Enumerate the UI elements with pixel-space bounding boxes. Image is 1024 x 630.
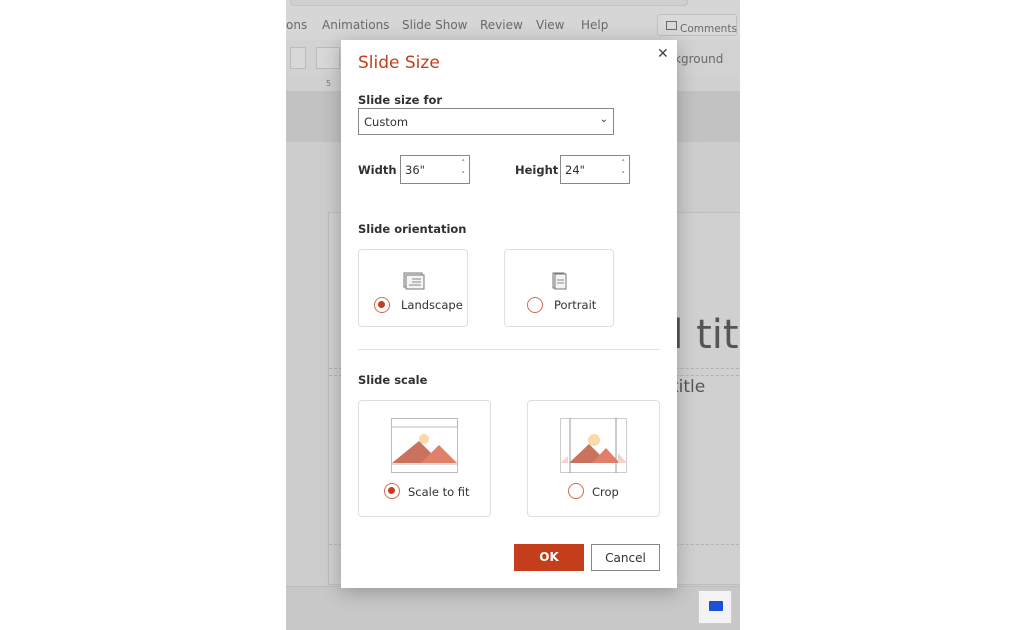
format-background-label: kground — [674, 52, 724, 66]
ok-button[interactable]: OK — [514, 544, 584, 571]
slide-size-for-label: Slide size for — [358, 93, 443, 107]
menu-tab-slide-show: Slide Show — [402, 18, 468, 32]
theme-gallery — [316, 47, 340, 69]
landscape-radio[interactable] — [374, 297, 390, 313]
presenter-coach-button — [698, 590, 732, 624]
menu-tab-help: Help — [581, 18, 609, 32]
slide-size-value: Custom — [364, 115, 409, 129]
comments-label: Comments — [680, 23, 737, 35]
scale-to-fit-option[interactable]: Scale to fit — [358, 400, 491, 517]
menu-tab-view: View — [536, 18, 565, 32]
spin-up-icon[interactable]: ˄ — [622, 159, 626, 167]
presentation-icon — [709, 601, 723, 611]
spin-down-icon[interactable]: ˅ — [622, 171, 626, 179]
spin-down-icon[interactable]: ˅ — [462, 171, 466, 179]
width-value: 36" — [405, 163, 425, 177]
close-icon[interactable]: ✕ — [657, 46, 669, 62]
landscape-label: Landscape — [401, 298, 463, 312]
comments-button: Comments — [657, 14, 737, 36]
crop-label: Crop — [592, 485, 619, 499]
chevron-down-icon: ⌄ — [599, 114, 608, 125]
slide-size-dialog: Slide Size ✕ Slide size for Custom ⌄ Widt… — [341, 40, 677, 588]
width-input[interactable]: 36" ˄ ˅ — [400, 155, 470, 184]
slide-scale-label: Slide scale — [358, 373, 428, 387]
menu-bar: ons Animations Slide Show Review View He… — [286, 10, 740, 40]
crop-radio[interactable] — [568, 483, 584, 499]
crop-illustration-icon — [560, 418, 627, 473]
landscape-icon — [403, 272, 425, 290]
cancel-button[interactable]: Cancel — [591, 544, 660, 571]
search-box — [290, 0, 688, 6]
top-bar — [286, 0, 740, 10]
portrait-icon — [552, 272, 567, 290]
height-label: Height — [515, 163, 559, 177]
menu-tab-transitions: ons — [286, 18, 308, 32]
menu-tab-review: Review — [480, 18, 523, 32]
ruler-mark: 5 — [326, 79, 332, 88]
comment-icon — [666, 21, 677, 30]
spin-up-icon[interactable]: ˄ — [462, 159, 466, 167]
height-value: 24" — [565, 163, 585, 177]
scale-to-fit-illustration-icon — [391, 418, 458, 473]
portrait-radio[interactable] — [527, 297, 543, 313]
divider — [358, 349, 660, 350]
height-input[interactable]: 24" ˄ ˅ — [560, 155, 630, 184]
crop-option[interactable]: Crop — [527, 400, 660, 517]
orientation-label: Slide orientation — [358, 222, 467, 236]
ribbon-dropdown — [290, 47, 306, 69]
scale-to-fit-radio[interactable] — [384, 483, 400, 499]
portrait-label: Portrait — [554, 298, 597, 312]
menu-tab-animations: Animations — [322, 18, 390, 32]
portrait-option[interactable]: Portrait — [504, 249, 614, 327]
width-label: Width — [358, 163, 397, 177]
scale-to-fit-label: Scale to fit — [408, 485, 470, 499]
landscape-option[interactable]: Landscape — [358, 249, 468, 327]
slide-size-select[interactable]: Custom ⌄ — [358, 108, 614, 135]
status-bar — [286, 586, 740, 630]
dialog-title: Slide Size — [358, 53, 440, 73]
